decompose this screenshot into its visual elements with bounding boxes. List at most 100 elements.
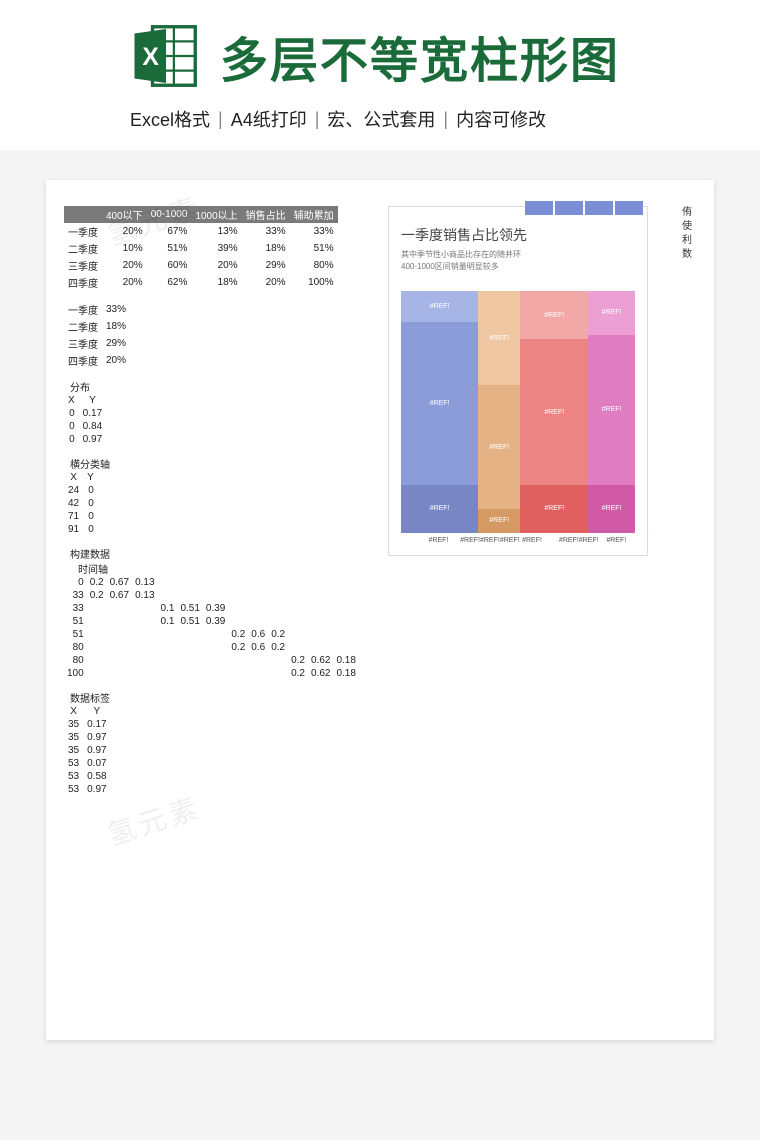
chart-segment: #REF! xyxy=(478,291,520,385)
table-row: 00.84 xyxy=(64,420,106,433)
x-tick-label: #REF! xyxy=(522,537,542,544)
cell xyxy=(228,667,248,680)
table-row: 一季度33% xyxy=(64,301,130,318)
cell: 51% xyxy=(147,240,192,257)
cell xyxy=(228,602,248,615)
chart-segment: #REF! xyxy=(478,509,520,533)
chart-card: 一季度销售占比领先 其中季节性小商品比存在的随并环 400-1000区间销量明显… xyxy=(388,206,648,556)
cell xyxy=(158,628,178,641)
cell xyxy=(308,576,333,589)
cell xyxy=(268,602,288,615)
cell: 20% xyxy=(242,274,290,291)
side-char: 使 xyxy=(682,220,692,234)
cell xyxy=(228,615,248,628)
cell: 0.13 xyxy=(132,589,157,602)
cell: 20% xyxy=(102,223,147,240)
x-tick-label: #REF! xyxy=(429,537,449,544)
cell: 53 xyxy=(64,770,83,783)
x-tick-label: #REF!#REF!#REF! xyxy=(460,537,520,544)
table-row: 530.58 xyxy=(64,770,111,783)
cell: 三季度 xyxy=(64,257,102,274)
chart-subtitle: 其中季节性小商品比存在的随并环 400-1000区间销量明显较多 xyxy=(389,247,647,275)
table-row: 350.97 xyxy=(64,731,111,744)
sep: | xyxy=(218,109,223,130)
haxis-table: XY 240420710910 xyxy=(64,471,98,536)
legend-swatch xyxy=(525,201,553,215)
cell xyxy=(288,576,308,589)
cell xyxy=(288,628,308,641)
cell xyxy=(87,654,107,667)
section-subtitle: 时间轴 xyxy=(64,561,364,576)
cell: 0.97 xyxy=(83,731,110,744)
cell xyxy=(203,667,228,680)
cell: 29% xyxy=(242,257,290,274)
cell xyxy=(333,641,358,654)
cell: 20% xyxy=(102,257,147,274)
cell: 80 xyxy=(64,654,87,667)
chart-segment: #REF! xyxy=(588,291,635,335)
table-row: 三季度29% xyxy=(64,335,130,352)
cell xyxy=(268,615,288,628)
cell xyxy=(87,615,107,628)
cell xyxy=(268,654,288,667)
cell xyxy=(177,641,202,654)
cell xyxy=(132,641,157,654)
cell xyxy=(87,667,107,680)
table-row: 800.20.620.18 xyxy=(64,654,359,667)
table-row: 00.17 xyxy=(64,407,106,420)
th xyxy=(64,206,102,223)
cell: 10% xyxy=(102,240,147,257)
cell xyxy=(203,576,228,589)
cell xyxy=(288,641,308,654)
cell: 0.58 xyxy=(83,770,110,783)
cell xyxy=(248,576,268,589)
chart-segment: #REF! xyxy=(588,485,635,533)
cell: 33 xyxy=(64,602,87,615)
cell: 0.6 xyxy=(248,641,268,654)
table-row: 710 xyxy=(64,510,98,523)
chart-segment: #REF! xyxy=(401,291,478,322)
cell: 0.2 xyxy=(288,667,308,680)
cell: 67% xyxy=(147,223,192,240)
build-table: 00.20.670.13330.20.670.13330.10.510.3951… xyxy=(64,576,359,680)
chart-segment: #REF! xyxy=(401,322,478,484)
cell: 0.2 xyxy=(87,589,107,602)
x-tick-label: #REF!#REF! xyxy=(559,537,599,544)
cell: 0.17 xyxy=(83,718,110,731)
table-row: 240 xyxy=(64,484,98,497)
table-row: 1000.20.620.18 xyxy=(64,667,359,680)
labels-table: XY 350.17350.97350.97530.07530.58530.97 xyxy=(64,705,111,796)
cell xyxy=(268,589,288,602)
chart-x-labels: #REF!#REF!#REF!#REF!#REF!#REF!#REF!#REF! xyxy=(401,537,635,551)
cell xyxy=(203,641,228,654)
table-header-row: 400以下 00-1000 1000以上 销售占比 辅助累加 xyxy=(64,206,338,223)
watermark: 氢元素 xyxy=(102,786,206,854)
chart-column: 侑 使 利 数 一季度销售占比领先 其中季节性小商品比存在的随并环 400-10… xyxy=(378,206,696,796)
cell: 0.18 xyxy=(333,667,358,680)
cell: 100% xyxy=(290,274,338,291)
cell: 0.18 xyxy=(333,654,358,667)
cell xyxy=(177,628,202,641)
cell xyxy=(87,641,107,654)
cell: 0.39 xyxy=(203,602,228,615)
table-row: 910 xyxy=(64,523,98,536)
cell xyxy=(177,667,202,680)
cell: 一季度 xyxy=(64,223,102,240)
col: X xyxy=(64,705,83,718)
cell: 51 xyxy=(64,615,87,628)
cell: 33% xyxy=(290,223,338,240)
cell: 0.67 xyxy=(107,589,132,602)
table-row: 510.10.510.39 xyxy=(64,615,359,628)
th: 销售占比 xyxy=(242,206,290,223)
side-char: 侑 xyxy=(682,206,692,220)
cell xyxy=(107,641,132,654)
chart-bar: #REF!#REF!#REF! xyxy=(401,291,478,533)
th: 1000以上 xyxy=(191,206,241,223)
cell xyxy=(268,667,288,680)
cell: 0 xyxy=(64,576,87,589)
cell: 三季度 xyxy=(64,335,102,352)
cell: 18% xyxy=(242,240,290,257)
side-annotation: 侑 使 利 数 xyxy=(682,206,692,262)
cell xyxy=(132,667,157,680)
cell: 18% xyxy=(102,318,130,335)
